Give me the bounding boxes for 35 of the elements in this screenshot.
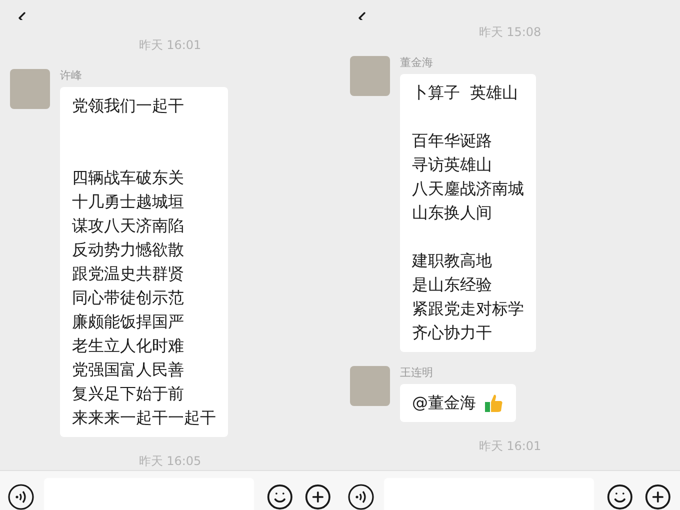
plus-icon[interactable] [644, 483, 672, 510]
message-timestamp: 昨天 16:05 [138, 453, 202, 470]
message-text-line: 百年华诞路 [412, 130, 493, 152]
sender-name: 董金海 [400, 56, 433, 70]
message-text-line: 反动势力憾欲散 [72, 239, 185, 261]
voice-icon[interactable] [8, 484, 34, 510]
plus-icon[interactable] [304, 483, 332, 510]
message-text-line: 紧跟党走对标学 [412, 298, 524, 320]
sender-name: 许峰 [60, 69, 82, 83]
message-text-line: 跟党温史共群贤 [72, 263, 185, 285]
message-text-line: 齐心协力干 [412, 322, 493, 344]
message-text-line: @董金海 [412, 392, 476, 414]
emoji-icon[interactable] [606, 483, 634, 510]
emoji-icon[interactable] [266, 483, 294, 510]
message-text-line: 山东换人间 [412, 202, 493, 224]
message-timestamp: 昨天 15:08 [478, 24, 542, 41]
message-text-line: 党领我们一起干 [72, 95, 185, 117]
message-timestamp: 昨天 16:01 [138, 37, 202, 54]
message-text-line: 党强国富人民善 [72, 359, 185, 381]
message-text-line: 八天鏖战济南城 [412, 178, 524, 200]
message-text-line: 寻访英雄山 [412, 154, 493, 176]
message-text-line: 同心带徒创示范 [72, 287, 185, 309]
message-text-line: 卜算子 英雄山 [412, 82, 520, 104]
sender-name: 王连明 [400, 366, 433, 380]
message-text-line: 是山东经验 [412, 274, 493, 296]
voice-icon[interactable] [348, 484, 374, 510]
message-text-line: 四辆战车破东关 [72, 167, 185, 189]
message-text-line: 建职教高地 [412, 250, 493, 272]
message-text-line: 廉颇能饭捍国严 [72, 311, 185, 333]
message-text-line: 老生立人化时难 [72, 335, 185, 357]
message-text-line: 十几勇士越城垣 [72, 191, 185, 213]
message-text-line: 谋攻八天济南陷 [72, 215, 185, 237]
message-text-line: 来来来一起干一起干 [72, 407, 216, 429]
message-timestamp: 昨天 16:01 [478, 438, 542, 455]
message-text-line: 复兴足下始于前 [72, 383, 185, 405]
